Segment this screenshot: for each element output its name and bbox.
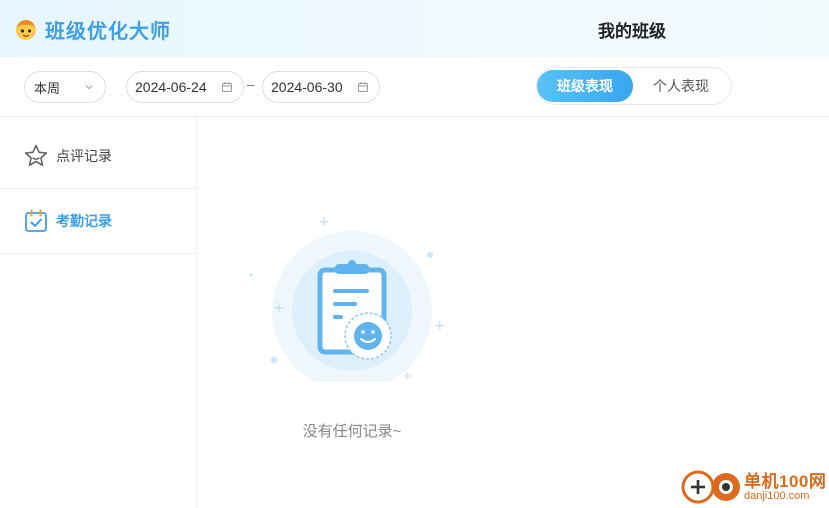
svg-text:+: +: [434, 318, 446, 334]
empty-state: + + + + 没有任何记录~: [197, 117, 507, 508]
watermark-title: 单机100网: [744, 472, 827, 491]
top-bar: 班级优化大师 我的班级: [0, 0, 829, 57]
start-date-value: 2024-06-24: [135, 79, 207, 95]
calendar-icon: [358, 82, 368, 92]
tab-class-performance[interactable]: 班级表现: [537, 70, 633, 102]
svg-text:+: +: [402, 369, 412, 382]
watermark-logo-icon: [681, 470, 740, 504]
empty-message: 没有任何记录~: [302, 423, 402, 440]
end-date-value: 2024-06-30: [271, 79, 343, 95]
page-title: 我的班级: [598, 22, 666, 41]
period-select[interactable]: 本周: [24, 71, 106, 103]
app-logo-icon: [16, 20, 36, 40]
calendar-check-icon: [25, 209, 47, 232]
watermark-url: danji100.com: [744, 490, 810, 502]
tab-individual-performance[interactable]: 个人表现: [635, 70, 727, 102]
period-select-value: 本周: [34, 80, 61, 96]
date-range-separator: –: [247, 77, 255, 92]
watermark: 单机100网 danji100.com: [680, 466, 829, 508]
clipboard-smile-icon: + + + +: [249, 214, 446, 382]
star-icon: [24, 144, 48, 167]
sidebar-item-attendance-records[interactable]: 考勤记录: [0, 189, 196, 254]
svg-text:+: +: [318, 214, 330, 230]
end-date-field[interactable]: 2024-06-30: [262, 71, 380, 103]
chevron-down-icon: [85, 85, 93, 90]
sidebar-item-label: 考勤记录: [56, 213, 112, 229]
brand: 班级优化大师: [14, 14, 171, 44]
calendar-icon: [222, 82, 232, 92]
sidebar-item-label: 点评记录: [56, 148, 112, 164]
sidebar-item-review-records[interactable]: 点评记录: [0, 124, 196, 189]
filter-bar: 本周 2024-06-24 – 2024-06-30 班级表现 个人表现: [0, 57, 829, 117]
sidebar: 点评记录 考勤记录: [0, 117, 197, 508]
view-toggle: 班级表现 个人表现: [536, 67, 732, 105]
start-date-field[interactable]: 2024-06-24: [126, 71, 244, 103]
app-name: 班级优化大师: [45, 20, 171, 43]
svg-text:+: +: [273, 300, 285, 316]
